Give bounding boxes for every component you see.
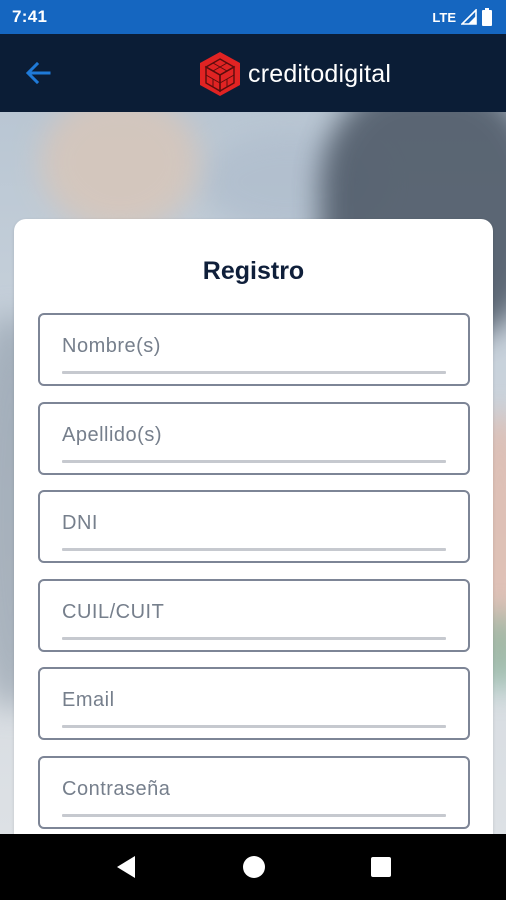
password-field[interactable] — [38, 756, 470, 829]
square-recents-icon — [371, 857, 391, 877]
first-name-field[interactable] — [38, 313, 470, 386]
nav-recents-button[interactable] — [366, 852, 396, 882]
brand-logo: creditodigital — [198, 51, 391, 97]
battery-icon — [482, 8, 492, 26]
status-bar: 7:41 LTE — [0, 0, 506, 34]
field-underline — [62, 725, 446, 728]
arrow-left-icon — [25, 62, 51, 84]
field-underline — [62, 548, 446, 551]
navigation-bar — [0, 834, 506, 900]
first-name-input[interactable] — [62, 329, 446, 363]
status-icons: LTE — [432, 8, 492, 26]
dni-field[interactable] — [38, 490, 470, 563]
password-input[interactable] — [62, 772, 446, 806]
back-button[interactable] — [20, 57, 56, 89]
nav-back-button[interactable] — [111, 852, 141, 882]
status-time: 7:41 — [12, 7, 48, 26]
cuil-cuit-field[interactable] — [38, 579, 470, 652]
cuil-cuit-input[interactable] — [62, 595, 446, 629]
field-underline — [62, 814, 446, 817]
hexagon-cube-logo-icon — [200, 52, 240, 96]
nav-home-button[interactable] — [239, 852, 269, 882]
form-title: Registro — [202, 257, 305, 285]
brand-name: creditodigital — [248, 59, 392, 88]
network-type: LTE — [432, 9, 456, 25]
dni-input[interactable] — [62, 506, 446, 540]
last-name-input[interactable] — [62, 418, 446, 452]
registration-card: Registro — [14, 219, 493, 900]
signal-icon — [461, 9, 477, 25]
last-name-field[interactable] — [38, 402, 470, 475]
app-header: creditodigital — [0, 34, 506, 112]
field-underline — [62, 460, 446, 463]
field-underline — [62, 371, 446, 374]
triangle-back-icon — [117, 856, 135, 878]
email-field[interactable] — [38, 667, 470, 740]
email-input[interactable] — [62, 683, 446, 717]
circle-home-icon — [243, 856, 265, 878]
field-underline — [62, 637, 446, 640]
